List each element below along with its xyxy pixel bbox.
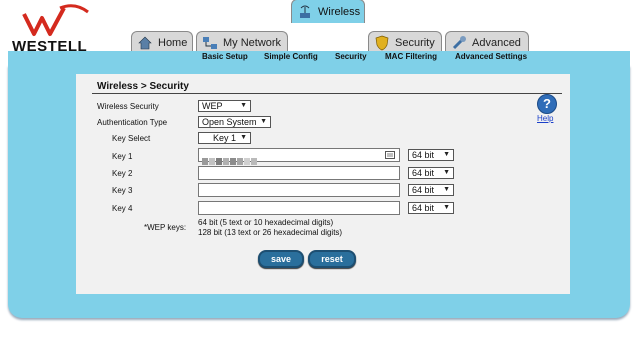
- key-select-select[interactable]: Key 1 ▼: [198, 132, 251, 144]
- westell-logo: WESTELL: [8, 4, 118, 55]
- help-icon[interactable]: ?: [537, 94, 557, 114]
- wireless-security-label: Wireless Security: [97, 102, 159, 111]
- save-button[interactable]: save: [258, 250, 304, 268]
- key-1-bits-value: 64 bit: [412, 150, 435, 160]
- house-icon: [138, 36, 152, 49]
- help-link[interactable]: Help: [537, 114, 553, 123]
- tab-wireless-label: Wireless: [318, 5, 361, 18]
- wep-keys-label: *WEP keys:: [144, 223, 187, 232]
- keyboard-icon: [385, 151, 395, 159]
- logo-mark-icon: [22, 4, 89, 36]
- key-4-input[interactable]: [198, 201, 400, 215]
- key-4-bits-value: 64 bit: [412, 203, 435, 213]
- key-2-label: Key 2: [112, 169, 133, 178]
- wep-keys-note-128: 128 bit (13 text or 26 hexadecimal digit…: [198, 228, 343, 237]
- shield-icon: [375, 35, 389, 50]
- chevron-down-icon: ▼: [260, 118, 267, 125]
- wireless-icon: [300, 5, 310, 18]
- network-icon: [203, 36, 217, 49]
- key-1-label: Key 1: [112, 152, 133, 161]
- key-4-bits-select[interactable]: 64 bit ▼: [408, 202, 454, 214]
- tab-my-network-label: My Network: [223, 36, 282, 49]
- key-select-label: Key Select: [112, 134, 151, 143]
- tab-security-label: Security: [395, 36, 435, 49]
- reset-button[interactable]: reset: [308, 250, 356, 268]
- auth-type-select[interactable]: Open System ▼: [198, 116, 271, 128]
- chevron-down-icon: ▼: [443, 151, 450, 158]
- tab-advanced-label: Advanced: [472, 36, 521, 49]
- tab-security[interactable]: Security: [368, 31, 442, 53]
- tools-icon: [452, 35, 466, 49]
- subnav-mac-filtering[interactable]: MAC Filtering: [385, 52, 437, 61]
- title-divider: [92, 93, 562, 94]
- chevron-down-icon: ▼: [443, 186, 450, 193]
- subnav-advanced-settings[interactable]: Advanced Settings: [455, 52, 527, 61]
- key-3-bits-value: 64 bit: [412, 185, 435, 195]
- key-3-input[interactable]: [198, 183, 400, 197]
- chevron-down-icon: ▼: [240, 134, 247, 141]
- key-1-bits-select[interactable]: 64 bit ▼: [408, 149, 454, 161]
- wireless-security-value: WEP: [202, 101, 223, 111]
- key-1-input[interactable]: [198, 148, 400, 165]
- wireless-security-select[interactable]: WEP ▼: [198, 100, 251, 112]
- tab-home[interactable]: Home: [131, 31, 193, 53]
- key-select-value: Key 1: [213, 133, 237, 143]
- sub-navigation: Basic Setup Simple Config Security MAC F…: [8, 51, 630, 65]
- tab-advanced[interactable]: Advanced: [445, 31, 529, 53]
- subnav-basic-setup[interactable]: Basic Setup: [202, 52, 248, 61]
- chevron-down-icon: ▼: [443, 204, 450, 211]
- auth-type-label: Authentication Type: [97, 118, 168, 127]
- subnav-simple-config[interactable]: Simple Config: [264, 52, 318, 61]
- key-3-label: Key 3: [112, 186, 133, 195]
- chevron-down-icon: ▼: [443, 169, 450, 176]
- key-2-bits-value: 64 bit: [412, 168, 435, 178]
- tab-home-label: Home: [158, 36, 188, 49]
- key-3-bits-select[interactable]: 64 bit ▼: [408, 184, 454, 196]
- key-2-bits-select[interactable]: 64 bit ▼: [408, 167, 454, 179]
- tab-my-network[interactable]: My Network: [196, 31, 288, 53]
- auth-type-value: Open System: [202, 117, 257, 127]
- page-title: Wireless > Security: [97, 81, 189, 92]
- subnav-security[interactable]: Security: [335, 52, 367, 61]
- wep-keys-note-64: 64 bit (5 text or 10 hexadecimal digits): [198, 218, 334, 227]
- tab-wireless[interactable]: Wireless: [291, 0, 365, 23]
- key-4-label: Key 4: [112, 204, 133, 213]
- key-2-input[interactable]: [198, 166, 400, 180]
- chevron-down-icon: ▼: [240, 102, 247, 109]
